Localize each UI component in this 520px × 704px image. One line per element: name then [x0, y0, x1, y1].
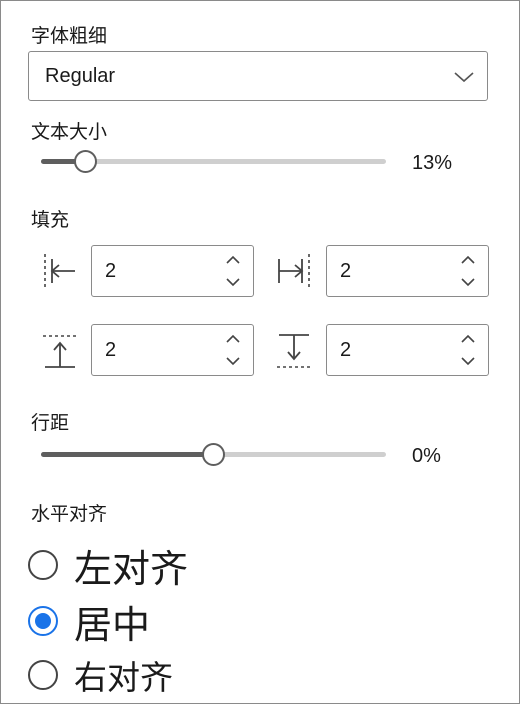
align-right-radio[interactable]	[28, 660, 58, 690]
chevron-down-icon[interactable]	[225, 354, 241, 368]
align-right-label: 右对齐	[74, 658, 173, 697]
align-left-label: 左对齐	[74, 546, 189, 591]
padding-top-spinner[interactable]: 2	[91, 324, 254, 376]
horizontal-align-title: 水平对齐	[31, 503, 108, 525]
align-center-radio[interactable]	[28, 606, 58, 636]
padding-bottom-spinner[interactable]: 2	[326, 324, 489, 376]
text-size-slider[interactable]	[41, 146, 386, 176]
chevron-down-icon	[454, 72, 474, 83]
line-spacing-value: 0%	[412, 445, 441, 467]
align-center-option[interactable]: 居中	[28, 598, 150, 647]
chevron-down-icon[interactable]	[460, 275, 476, 289]
align-left-option[interactable]: 左对齐	[28, 542, 188, 591]
padding-left-value: 2	[105, 260, 117, 282]
padding-left-spinner[interactable]: 2	[91, 245, 254, 297]
chevron-down-icon[interactable]	[460, 354, 476, 368]
font-weight-value: Regular	[45, 65, 116, 87]
text-size-thumb[interactable]	[73, 150, 97, 173]
chevron-up-icon[interactable]	[460, 332, 476, 346]
chevron-up-icon[interactable]	[460, 253, 476, 267]
text-size-title: 文本大小	[31, 121, 108, 143]
padding-bottom-icon	[277, 334, 311, 368]
align-center-label: 居中	[74, 602, 151, 647]
font-weight-title: 字体粗细	[31, 25, 108, 47]
padding-bottom-value: 2	[340, 339, 352, 361]
padding-top-value: 2	[105, 339, 117, 361]
padding-left-icon	[44, 254, 75, 288]
padding-title: 填充	[31, 209, 70, 231]
padding-top-icon	[43, 335, 77, 368]
align-right-option[interactable]: 右对齐	[28, 652, 173, 698]
text-format-panel: 字体粗细 Regular 文本大小 13% 填充 2 2 2 2 行距 0% 水…	[0, 0, 520, 704]
line-spacing-title: 行距	[31, 412, 70, 434]
text-size-value: 13%	[412, 152, 453, 174]
line-spacing-thumb[interactable]	[201, 443, 225, 466]
padding-right-spinner[interactable]: 2	[326, 245, 489, 297]
line-spacing-slider[interactable]	[41, 439, 386, 469]
font-weight-dropdown[interactable]: Regular	[28, 51, 488, 101]
padding-right-icon	[278, 254, 310, 288]
padding-right-value: 2	[340, 260, 352, 282]
chevron-up-icon[interactable]	[225, 332, 241, 346]
chevron-up-icon[interactable]	[225, 253, 241, 267]
line-spacing-fill	[41, 452, 214, 457]
align-left-radio[interactable]	[28, 550, 58, 580]
chevron-down-icon[interactable]	[225, 275, 241, 289]
